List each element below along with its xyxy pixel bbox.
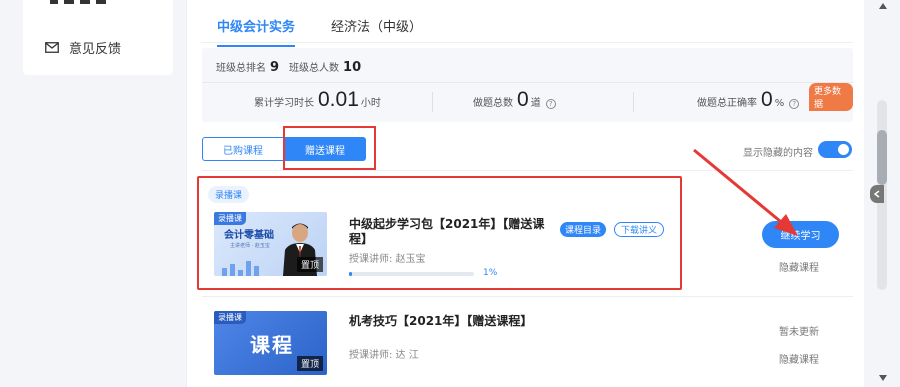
class-total-label: 班级总人数 xyxy=(289,63,340,74)
stats-divider xyxy=(202,82,853,83)
more-data-badge[interactable]: 更多数据 xyxy=(809,83,853,111)
stats-panel: 班级总排名 9 班级总人数 10 累计学习时长 0.01 小时 做题总数 0 道… xyxy=(202,48,853,122)
class-rank-value: 9 xyxy=(270,60,280,75)
course-title[interactable]: 机考技巧【2021年】【赠送课程】 xyxy=(349,314,532,329)
sidebar: 意见反馈 xyxy=(23,0,173,75)
annotation-highlight-box xyxy=(197,176,682,290)
accuracy-unit: % xyxy=(774,98,785,109)
section-divider xyxy=(202,296,853,297)
study-time-label: 累计学习时长 xyxy=(254,98,314,109)
study-time-stat: 累计学习时长 0.01 小时 xyxy=(254,88,381,112)
course-thumbnail[interactable]: 录播课 课程 置顶 xyxy=(214,311,327,375)
annotation-arrow-icon xyxy=(693,148,798,236)
accuracy-value: 0 xyxy=(761,88,773,111)
tabs-divider xyxy=(201,42,853,43)
sidebar-item-label: 意见反馈 xyxy=(69,42,122,57)
sidebar-item-partial[interactable] xyxy=(50,0,130,4)
help-icon[interactable]: ? xyxy=(545,99,556,109)
stat-divider xyxy=(633,92,634,112)
rank-row: 班级总排名 9 班级总人数 10 xyxy=(216,59,371,75)
class-rank-label: 班级总排名 xyxy=(216,63,266,74)
hide-course-button[interactable]: 隐藏课程 xyxy=(779,259,819,274)
tab-purchased-courses[interactable]: 已购课程 xyxy=(202,137,284,161)
thumb-title: 课程 xyxy=(250,333,294,357)
collapse-panel-button[interactable] xyxy=(870,185,884,203)
scroll-down-icon[interactable] xyxy=(878,374,888,382)
annotation-highlight-box xyxy=(283,126,376,170)
envelope-icon xyxy=(45,42,59,53)
chevron-left-icon xyxy=(874,190,880,198)
course-status: 暂未更新 xyxy=(779,327,819,338)
scrollbar-thumb[interactable] xyxy=(877,130,887,185)
questions-unit: 道 xyxy=(530,98,541,109)
stat-divider xyxy=(432,92,433,112)
pin-label: 置顶 xyxy=(296,356,323,371)
accuracy-stat: 做题总正确率 0 % ? xyxy=(697,88,800,112)
study-time-unit: 小时 xyxy=(360,98,381,109)
hide-course-button[interactable]: 隐藏课程 xyxy=(779,351,819,366)
course-teacher: 授课讲师: 达 江 xyxy=(349,350,419,361)
help-icon[interactable]: ? xyxy=(789,99,800,109)
show-hidden-toggle[interactable] xyxy=(818,141,852,158)
class-total-value: 10 xyxy=(343,60,362,75)
thumb-corner-tag: 录播课 xyxy=(214,311,246,324)
sidebar-item-feedback[interactable]: 意见反馈 xyxy=(45,38,121,57)
study-time-value: 0.01 xyxy=(318,88,359,111)
questions-stat: 做题总数 0 道 ? xyxy=(473,88,556,112)
questions-value: 0 xyxy=(517,88,529,111)
questions-label: 做题总数 xyxy=(473,98,513,109)
accuracy-label: 做题总正确率 xyxy=(697,98,757,109)
scroll-up-icon[interactable] xyxy=(878,2,888,10)
